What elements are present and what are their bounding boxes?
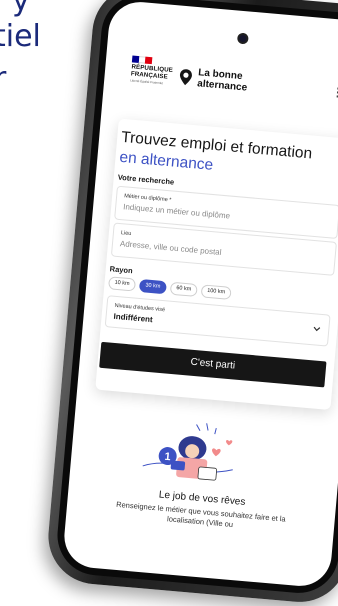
heart-decorations (212, 440, 233, 457)
location-field-label: Lieu (120, 230, 132, 238)
radius-chip-10km[interactable]: 10 km (107, 276, 137, 292)
person-figure (170, 436, 218, 481)
step-number: 1 (164, 451, 171, 463)
location-field-placeholder: Adresse, ville ou code postal (119, 239, 222, 257)
job-field-label: Métier ou diplôme * (123, 193, 172, 204)
radius-chip-60km[interactable]: 60 km (169, 281, 198, 297)
location-pin-icon (179, 69, 192, 86)
background-headline-line2: tiel (0, 19, 41, 54)
brand-logo[interactable]: La bonne alternance (178, 66, 249, 94)
radius-chip-100km[interactable]: 100 km (200, 284, 232, 300)
radius-label: Rayon (109, 264, 134, 276)
job-dream-illustration: 1 (142, 423, 233, 481)
study-level-value: Indifférent (113, 311, 154, 325)
camera-icon (239, 34, 247, 43)
radius-chip-30km[interactable]: 30 km (138, 278, 167, 295)
phone-screen: RÉPUBLIQUE FRANÇAISE Liberté Égalité Fra… (61, 0, 338, 589)
app-header: RÉPUBLIQUE FRANÇAISE Liberté Égalité Fra… (103, 49, 338, 120)
republique-francaise-logo[interactable]: RÉPUBLIQUE FRANÇAISE Liberté Égalité Fra… (130, 55, 173, 86)
brand-name: La bonne alternance (196, 67, 248, 94)
phone-mockup: RÉPUBLIQUE FRANÇAISE Liberté Égalité Fra… (44, 0, 338, 606)
job-field-placeholder: Indiquez un métier ou diplôme (122, 202, 231, 221)
chevron-down-icon (313, 326, 321, 332)
republic-motto: Liberté Égalité Fraternité (130, 78, 164, 86)
background-headline-line1: y (12, 0, 30, 18)
background-headline-line3: r (0, 61, 7, 96)
